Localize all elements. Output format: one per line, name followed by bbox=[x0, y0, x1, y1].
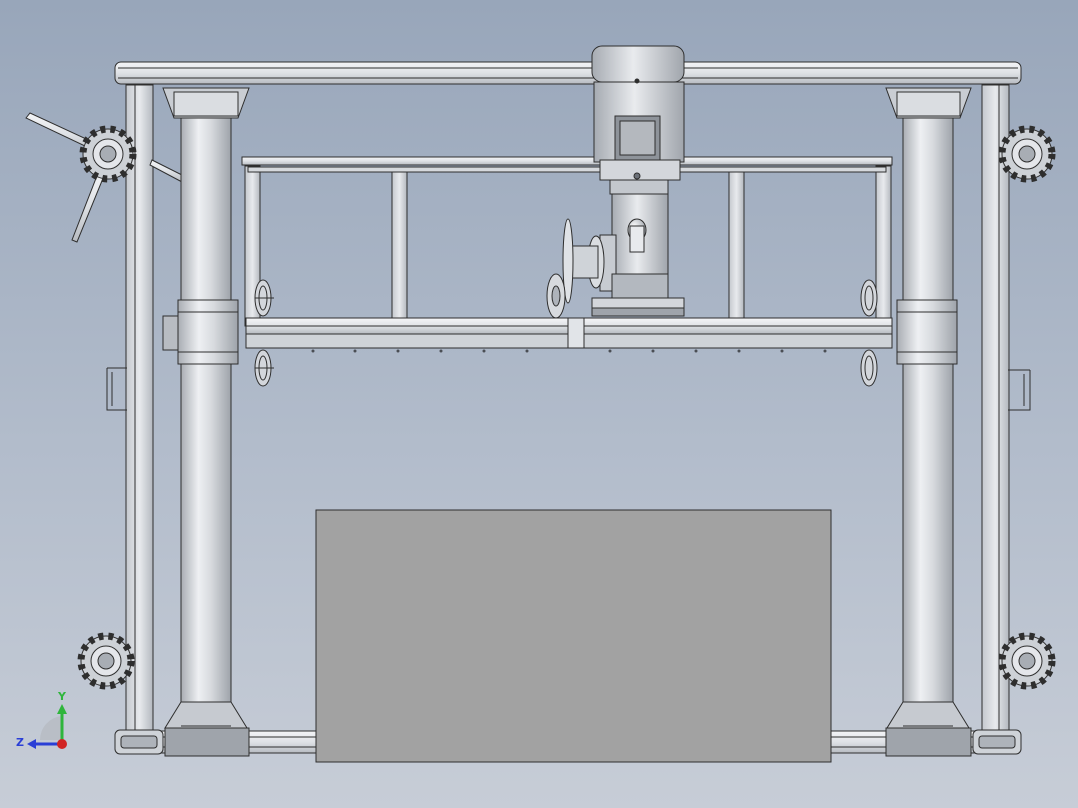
beam-bolts bbox=[311, 349, 827, 353]
gantry-assembly-drawing[interactable]: Y Z bbox=[0, 0, 1078, 808]
sprocket-icon bbox=[998, 632, 1056, 690]
sprocket-icon bbox=[77, 632, 135, 690]
triad-z-label: Z bbox=[16, 736, 24, 749]
right-collar bbox=[896, 299, 958, 365]
motor-side-wheel bbox=[546, 273, 566, 319]
workpiece-box bbox=[315, 509, 832, 763]
pulley-right-bottom bbox=[860, 349, 878, 387]
left-clamp-block bbox=[162, 315, 180, 351]
sprocket-icon bbox=[79, 125, 137, 183]
pulley-right-top bbox=[860, 279, 878, 317]
axis-triad-icon: Y Z bbox=[16, 690, 67, 749]
pulley-left-top bbox=[254, 279, 274, 317]
right-outer-post bbox=[981, 84, 1010, 731]
left-collar bbox=[177, 299, 239, 365]
motor-assembly bbox=[562, 45, 685, 317]
sprocket-icon bbox=[998, 125, 1056, 183]
left-outer-post bbox=[125, 84, 154, 731]
left-column bbox=[162, 87, 250, 757]
right-bracket bbox=[1008, 369, 1031, 411]
top-rail bbox=[114, 61, 1022, 85]
pulley-left-bottom bbox=[254, 349, 274, 387]
right-column bbox=[885, 87, 972, 757]
cad-viewport[interactable]: Y Z bbox=[0, 0, 1078, 808]
left-bracket bbox=[106, 367, 127, 411]
triad-y-label: Y bbox=[57, 690, 67, 703]
